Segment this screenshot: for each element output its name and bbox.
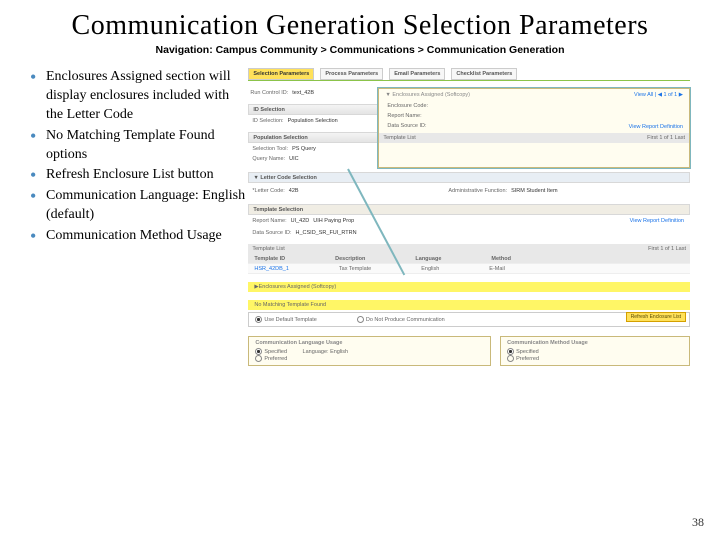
col-language: Language (415, 256, 441, 262)
radio-lang-specified[interactable]: Specified (255, 349, 287, 355)
template-list-pager: First 1 of 1 Last (648, 246, 686, 252)
letter-code-value: 42B (289, 188, 299, 194)
radio-do-not-produce[interactable]: Do Not Produce Communication (357, 316, 445, 323)
lang-usage-title: Communication Language Usage (255, 340, 484, 346)
data-source-value: H_CSID_SR_FUI_RTRN (296, 230, 357, 236)
template-list-columns: Template ID Description Language Method (248, 254, 690, 264)
letter-code-label: *Letter Code: (252, 188, 284, 194)
tab-selection-parameters[interactable]: Selection Parameters (248, 68, 314, 80)
radio-method-preferred[interactable]: Preferred (507, 356, 539, 362)
query-name: Query Name: UIC (252, 156, 298, 162)
selection-tool: Selection Tool: PS Query (252, 146, 316, 152)
page-title: Communication Generation Selection Param… (30, 10, 690, 42)
report-name-value: UI_42D (291, 218, 310, 224)
breadcrumb: Navigation: Campus Community > Communica… (30, 44, 690, 56)
list-item: No Matching Template Found options (30, 127, 248, 165)
template-list-title: Template List (252, 246, 284, 252)
language-value: English (330, 349, 348, 355)
admin-function: Administrative Function: SIRM Student It… (448, 188, 557, 194)
admin-function-value: SIRM Student Item (511, 188, 557, 194)
section-letter-code: ▼ Letter Code Selection (248, 172, 690, 183)
list-item: Refresh Enclosure List button (30, 166, 248, 185)
description-cell: Tax Template (339, 266, 371, 272)
language-cell: English (421, 266, 439, 272)
selection-tool-value: PS Query (292, 146, 316, 152)
report-name-field: Report Name: UI_42D UIH Paying Prop (252, 218, 354, 224)
run-control-id: Run Control ID: text_42B (250, 90, 314, 96)
radio-lang-preferred[interactable]: Preferred (255, 356, 287, 362)
letter-header-text: Letter Code Selection (260, 175, 317, 181)
col-template-id: Template ID (254, 256, 285, 262)
template-id-cell[interactable]: HSR_42DB_1 (254, 266, 289, 272)
report-prompt: UIH Paying Prop (313, 218, 354, 224)
list-item: Enclosures Assigned section will display… (30, 68, 248, 125)
view-report-definition-link[interactable]: View Report Definition (630, 218, 684, 224)
template-list-header: Template List First 1 of 1 Last (248, 244, 690, 254)
page-number: 38 (692, 515, 704, 530)
method-cell: E-Mail (489, 266, 505, 272)
callout-rectangle (377, 87, 691, 169)
no-match-options: Use Default Template Do Not Produce Comm… (248, 312, 690, 327)
bullet-list: Enclosures Assigned section will display… (30, 68, 248, 468)
query-name-label: Query Name: (252, 156, 285, 162)
query-name-value: UIC (289, 156, 298, 162)
tab-bar: Selection Parameters Process Parameters … (248, 68, 517, 80)
report-name-label: Report Name: (252, 218, 286, 224)
radio-use-default-template[interactable]: Use Default Template (255, 316, 316, 323)
id-selection-label: ID Selection: (252, 118, 283, 124)
language-label: Language: (303, 349, 329, 355)
data-source-field: Data Source ID: H_CSID_SR_FUI_RTRN (252, 230, 356, 236)
col-method: Method (491, 256, 511, 262)
selection-tool-label: Selection Tool: (252, 146, 288, 152)
run-control-label: Run Control ID: (250, 90, 288, 96)
tab-process-parameters[interactable]: Process Parameters (320, 68, 383, 80)
encl-highlight-text: Enclosures Assigned (Softcopy) (259, 284, 337, 290)
col-description: Description (335, 256, 365, 262)
tab-email-parameters[interactable]: Email Parameters (389, 68, 445, 80)
radio-method-specified[interactable]: Specified (507, 349, 539, 355)
no-matching-template-header: No Matching Template Found (248, 300, 690, 310)
table-row: HSR_42DB_1 Tax Template English E-Mail (248, 264, 690, 274)
admin-function-label: Administrative Function: (448, 188, 507, 194)
data-source-label: Data Source ID: (252, 230, 291, 236)
id-selection-value: Population Selection (288, 118, 338, 124)
enclosures-assigned-highlight: ▶ Enclosures Assigned (Softcopy) (248, 282, 690, 292)
list-item: Communication Method Usage (30, 227, 248, 246)
screenshot-panel: Selection Parameters Process Parameters … (248, 68, 690, 468)
communication-method-usage: Communication Method Usage Specified Pre… (500, 336, 690, 366)
id-selection-field: ID Selection: Population Selection (252, 118, 337, 124)
communication-language-usage: Communication Language Usage Specified L… (248, 336, 491, 366)
run-control-value: text_42B (292, 90, 314, 96)
method-usage-title: Communication Method Usage (507, 340, 683, 346)
list-item: Communication Language: English (default… (30, 187, 248, 225)
tab-checklist-parameters[interactable]: Checklist Parameters (451, 68, 517, 80)
section-template-selection: Template Selection (248, 204, 690, 215)
letter-code-field: *Letter Code: 42B (252, 188, 298, 194)
refresh-enclosure-list-button[interactable]: Refresh Enclosure List (626, 312, 686, 322)
